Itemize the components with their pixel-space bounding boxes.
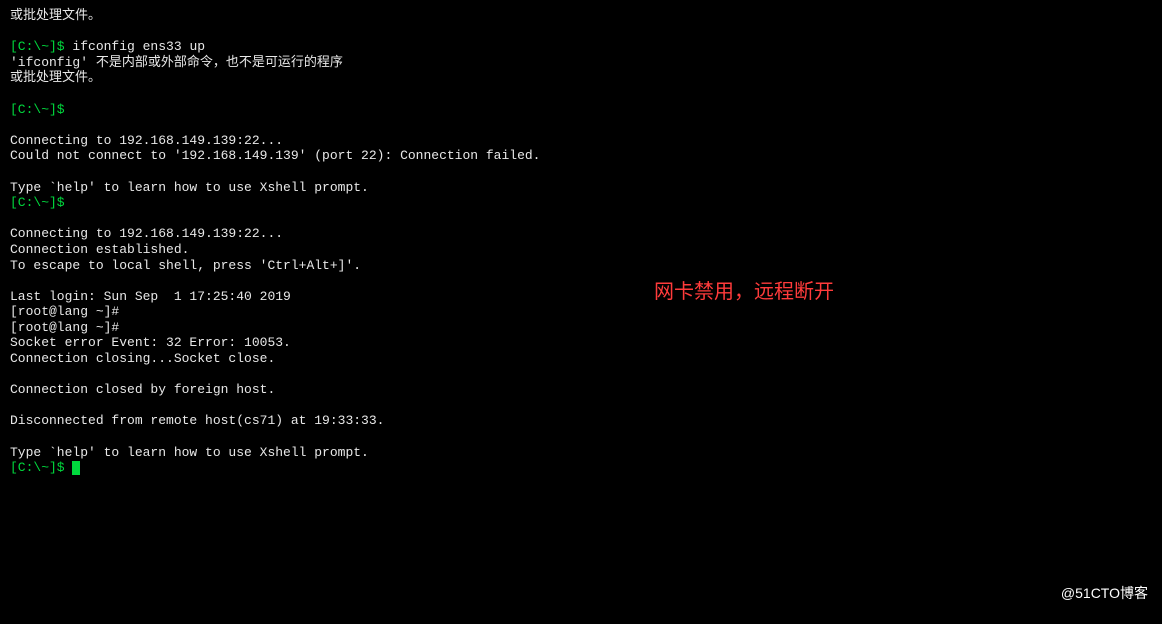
- annotation-nic-disabled: 网卡禁用，远程断开: [654, 280, 834, 304]
- terminal-line: 或批处理文件。: [10, 8, 1152, 24]
- watermark-text: @51CTO博客: [1061, 585, 1148, 602]
- terminal-text: 'ifconfig' 不是内部或外部命令，也不是可运行的程序: [10, 55, 343, 70]
- terminal-line: [10, 367, 1152, 383]
- terminal-line: [10, 398, 1152, 414]
- terminal-text: ifconfig ens33 up: [72, 39, 205, 54]
- terminal-line: Disconnected from remote host(cs71) at 1…: [10, 413, 1152, 429]
- terminal-line: Connection closing...Socket close.: [10, 351, 1152, 367]
- terminal-text: Could not connect to '192.168.149.139' (…: [10, 148, 541, 163]
- terminal-text: Connecting to 192.168.149.139:22...: [10, 226, 283, 241]
- terminal-text: To escape to local shell, press 'Ctrl+Al…: [10, 258, 361, 273]
- terminal-line: [10, 273, 1152, 289]
- terminal-output[interactable]: 或批处理文件。 [C:\~]$ ifconfig ens33 up'ifconf…: [10, 8, 1152, 476]
- shell-prompt: [C:\~]$: [10, 39, 72, 54]
- terminal-line: Connection closed by foreign host.: [10, 382, 1152, 398]
- terminal-text: Type `help' to learn how to use Xshell p…: [10, 445, 369, 460]
- terminal-text: Connection closed by foreign host.: [10, 382, 275, 397]
- shell-prompt: [C:\~]$: [10, 102, 72, 117]
- terminal-line: Type `help' to learn how to use Xshell p…: [10, 180, 1152, 196]
- terminal-text: Connection established.: [10, 242, 189, 257]
- terminal-line: To escape to local shell, press 'Ctrl+Al…: [10, 258, 1152, 274]
- terminal-line: [10, 164, 1152, 180]
- terminal-text: Last login: Sun Sep 1 17:25:40 2019: [10, 289, 291, 304]
- shell-prompt: [C:\~]$: [10, 195, 72, 210]
- terminal-line: [C:\~]$ ifconfig ens33 up: [10, 39, 1152, 55]
- terminal-line: [10, 429, 1152, 445]
- terminal-line: [10, 24, 1152, 40]
- cursor-icon: [72, 461, 80, 475]
- terminal-line: 'ifconfig' 不是内部或外部命令，也不是可运行的程序: [10, 55, 1152, 71]
- terminal-line: [C:\~]$: [10, 460, 1152, 476]
- terminal-text: [root@lang ~]#: [10, 304, 119, 319]
- terminal-text: 或批处理文件。: [10, 70, 101, 85]
- terminal-line: [C:\~]$: [10, 102, 1152, 118]
- terminal-text: 或批处理文件。: [10, 8, 101, 23]
- terminal-line: Could not connect to '192.168.149.139' (…: [10, 148, 1152, 164]
- terminal-text: Type `help' to learn how to use Xshell p…: [10, 180, 369, 195]
- terminal-line: [root@lang ~]#: [10, 320, 1152, 336]
- terminal-text: [root@lang ~]#: [10, 320, 119, 335]
- shell-prompt: [C:\~]$: [10, 460, 72, 475]
- terminal-line: Type `help' to learn how to use Xshell p…: [10, 445, 1152, 461]
- terminal-line: Connecting to 192.168.149.139:22...: [10, 133, 1152, 149]
- terminal-text: Connecting to 192.168.149.139:22...: [10, 133, 283, 148]
- terminal-line: Connection established.: [10, 242, 1152, 258]
- terminal-line: [root@lang ~]#: [10, 304, 1152, 320]
- terminal-line: [10, 86, 1152, 102]
- terminal-line: [10, 117, 1152, 133]
- terminal-text: Disconnected from remote host(cs71) at 1…: [10, 413, 384, 428]
- terminal-line: Connecting to 192.168.149.139:22...: [10, 226, 1152, 242]
- terminal-line: [C:\~]$: [10, 195, 1152, 211]
- terminal-line: Socket error Event: 32 Error: 10053.: [10, 335, 1152, 351]
- terminal-line: Last login: Sun Sep 1 17:25:40 2019: [10, 289, 1152, 305]
- terminal-line: 或批处理文件。: [10, 70, 1152, 86]
- terminal-text: Socket error Event: 32 Error: 10053.: [10, 335, 291, 350]
- terminal-text: Connection closing...Socket close.: [10, 351, 275, 366]
- terminal-line: [10, 211, 1152, 227]
